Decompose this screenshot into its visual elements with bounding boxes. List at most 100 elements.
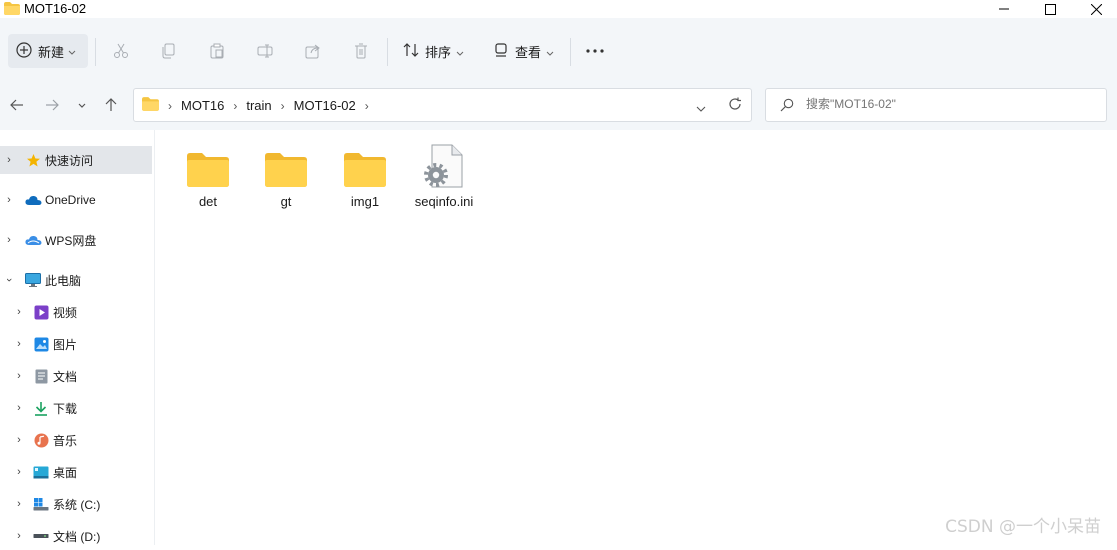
minimize-button[interactable]	[981, 0, 1027, 18]
expand-chevron-icon[interactable]: ›	[14, 530, 24, 542]
new-button-label: 新建	[38, 44, 65, 60]
sidebar-item-onedrive[interactable]: › OneDrive	[0, 186, 152, 214]
navigation-pane: › 快速访问 › OneDrive › WPS网盘 › 此电脑 › 视频 › 图…	[0, 130, 155, 545]
sidebar-item-quick-access[interactable]: › 快速访问	[0, 146, 152, 174]
wps-cloud-icon	[24, 231, 42, 249]
rename-icon[interactable]	[255, 41, 275, 61]
sidebar-item-videos[interactable]: › 视频	[0, 298, 152, 326]
file-item-seqinfo[interactable]: seqinfo.ini	[407, 144, 481, 209]
watermark: CSDN @一个小呆苗	[945, 517, 1101, 537]
desktop-icon	[32, 463, 50, 481]
sidebar-item-label: 下载	[53, 401, 78, 416]
delete-icon[interactable]	[351, 41, 371, 61]
picture-icon	[32, 335, 50, 353]
sort-icon	[403, 42, 419, 61]
view-icon	[493, 42, 509, 61]
drive-d-icon	[32, 527, 50, 545]
sidebar-item-label: 快速访问	[45, 153, 94, 168]
sidebar-item-pictures[interactable]: › 图片	[0, 330, 152, 358]
folder-icon	[142, 97, 159, 114]
expand-chevron-icon[interactable]: ›	[4, 194, 14, 206]
up-arrow-icon[interactable]	[102, 96, 120, 114]
file-name: seqinfo.ini	[414, 194, 474, 209]
address-history-chevron-icon[interactable]	[696, 101, 706, 115]
expand-chevron-icon[interactable]: ›	[14, 434, 24, 446]
chevron-down-icon	[546, 44, 554, 59]
paste-icon[interactable]	[207, 41, 227, 61]
sidebar-item-label: 图片	[53, 337, 78, 352]
chevron-right-icon: ›	[168, 98, 172, 113]
plus-circle-icon	[16, 41, 32, 61]
file-list-area: det gt img1 seqinfo.ini CSDN @一个小呆苗	[155, 130, 1117, 545]
star-icon	[24, 151, 42, 169]
new-button[interactable]: 新建	[8, 34, 88, 68]
search-input[interactable]	[804, 96, 1098, 112]
view-label: 查看	[515, 44, 542, 60]
sidebar-item-downloads[interactable]: › 下载	[0, 394, 152, 422]
folder-item-gt[interactable]: gt	[249, 144, 323, 209]
sidebar-item-drive-c[interactable]: › 系统 (C:)	[0, 490, 152, 518]
expand-chevron-icon[interactable]: ›	[4, 234, 14, 246]
expand-chevron-icon[interactable]: ›	[14, 370, 24, 382]
breadcrumb-item[interactable]: train	[246, 98, 271, 113]
sort-button[interactable]: 排序	[403, 40, 464, 62]
recent-locations-chevron-icon[interactable]	[73, 96, 91, 114]
folder-item-img1[interactable]: img1	[328, 144, 402, 209]
sidebar-item-music[interactable]: › 音乐	[0, 426, 152, 454]
more-options-icon[interactable]	[585, 41, 605, 61]
toolbar-divider	[387, 38, 388, 66]
expand-chevron-icon[interactable]: ›	[4, 154, 14, 166]
expand-chevron-icon[interactable]: ›	[14, 498, 24, 510]
video-icon	[32, 303, 50, 321]
file-name: img1	[350, 194, 380, 209]
search-box[interactable]	[765, 88, 1107, 122]
settings-file-icon	[407, 144, 481, 188]
folder-icon	[4, 2, 20, 18]
sidebar-item-documents[interactable]: › 文档	[0, 362, 152, 390]
share-icon[interactable]	[303, 41, 323, 61]
sidebar-item-wps-cloud[interactable]: › WPS网盘	[0, 226, 152, 254]
back-arrow-icon[interactable]	[8, 96, 26, 114]
breadcrumb-item[interactable]: MOT16	[181, 98, 224, 113]
forward-arrow-icon[interactable]	[43, 96, 61, 114]
copy-icon[interactable]	[159, 41, 179, 61]
address-bar[interactable]: › MOT16 › train › MOT16-02 ›	[133, 88, 752, 122]
address-row: › MOT16 › train › MOT16-02 ›	[0, 78, 1117, 130]
sidebar-item-label: 文档 (D:)	[53, 529, 101, 544]
sidebar-item-label: OneDrive	[45, 193, 96, 207]
sort-label: 排序	[425, 44, 452, 60]
chevron-down-icon	[68, 44, 76, 58]
view-button[interactable]: 查看	[493, 40, 554, 62]
folder-icon	[328, 144, 402, 188]
chevron-down-icon	[456, 44, 464, 59]
refresh-icon[interactable]	[728, 97, 742, 114]
file-name: gt	[280, 194, 292, 209]
toolbar-divider	[570, 38, 571, 66]
chevron-right-icon: ›	[280, 98, 285, 113]
music-icon	[32, 431, 50, 449]
close-button[interactable]	[1073, 0, 1117, 18]
maximize-button[interactable]	[1027, 0, 1073, 18]
sidebar-item-drive-d[interactable]: › 文档 (D:)	[0, 522, 152, 550]
folder-item-det[interactable]: det	[171, 144, 245, 209]
expand-chevron-icon[interactable]: ›	[3, 275, 15, 285]
toolbar-divider	[95, 38, 96, 66]
expand-chevron-icon[interactable]: ›	[14, 402, 24, 414]
folder-icon	[249, 144, 323, 188]
file-name: det	[198, 194, 218, 209]
expand-chevron-icon[interactable]: ›	[14, 338, 24, 350]
chevron-right-icon: ›	[233, 98, 238, 113]
expand-chevron-icon[interactable]: ›	[14, 306, 24, 318]
sidebar-item-label: 系统 (C:)	[53, 497, 101, 512]
expand-chevron-icon[interactable]: ›	[14, 466, 24, 478]
sidebar-item-label: 音乐	[53, 433, 78, 448]
breadcrumb-item[interactable]: MOT16-02	[294, 98, 356, 113]
folder-icon	[171, 144, 245, 188]
window-title: MOT16-02	[24, 1, 87, 16]
cut-icon[interactable]	[111, 41, 131, 61]
sidebar-item-this-pc[interactable]: › 此电脑	[0, 266, 152, 294]
download-icon	[32, 399, 50, 417]
monitor-icon	[24, 271, 42, 289]
command-toolbar: 新建 排序 查看	[0, 18, 1117, 79]
sidebar-item-desktop[interactable]: › 桌面	[0, 458, 152, 486]
